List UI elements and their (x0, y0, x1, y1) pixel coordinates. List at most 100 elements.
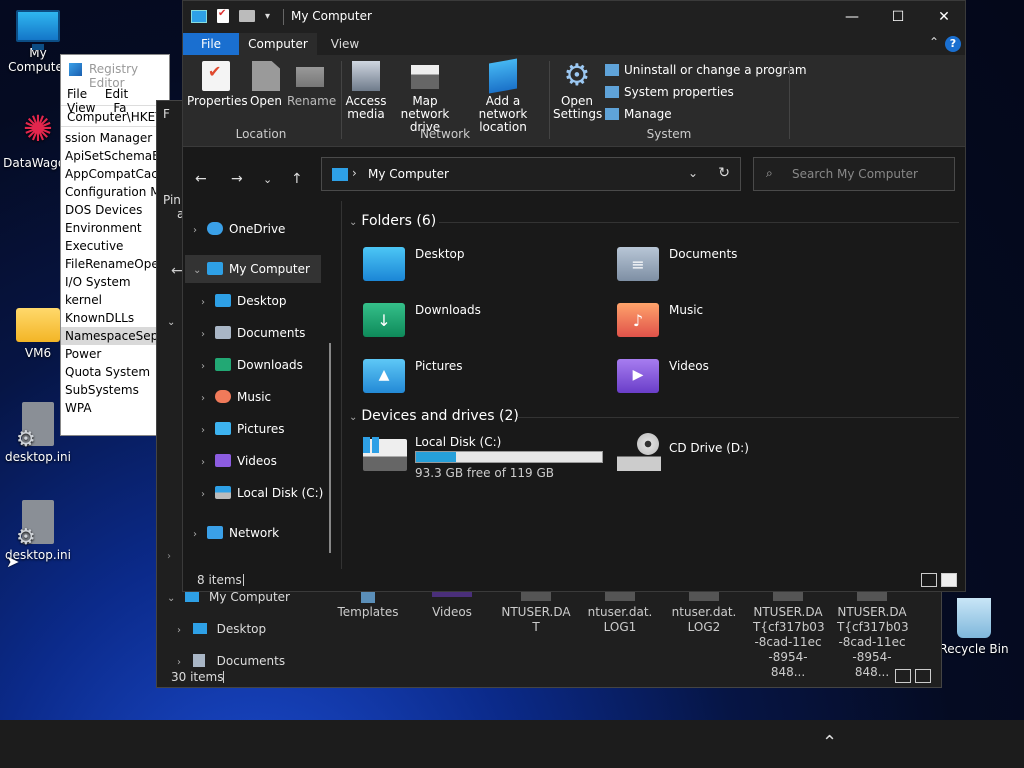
refresh-icon[interactable]: ↻ (718, 165, 730, 181)
access-media-button[interactable]: Access media (343, 61, 389, 121)
regedit-key-item[interactable]: AppCompatCach (61, 165, 169, 183)
rename-button[interactable]: Rename (287, 61, 336, 108)
back-file-item[interactable]: NTUSER.DA T{cf317b03 -8cad-11ec -8954-84… (837, 591, 909, 680)
regedit-key-item[interactable]: Configuration Ma (61, 183, 169, 201)
drive-item-local-disk[interactable]: Local Disk (C:) 93.3 GB free of 119 GB (363, 435, 613, 480)
back-nav-desktop[interactable]: › Desktop (157, 613, 317, 645)
new-folder-icon[interactable] (239, 10, 255, 22)
regedit-titlebar[interactable]: Registry Editor (61, 55, 169, 90)
chevron-down-icon[interactable]: ▾ (265, 11, 270, 22)
chevron-up-icon[interactable]: ⌃ (822, 732, 837, 753)
regedit-key-item[interactable]: SubSystems (61, 381, 169, 399)
group-header-devices[interactable]: ⌄ Devices and drives (2) (349, 408, 519, 424)
manage-button[interactable]: Manage (605, 103, 672, 125)
help-icon[interactable]: ? (945, 36, 961, 52)
back-file-item[interactable]: NTUSER.DA T{cf317b03 -8cad-11ec -8954-84… (753, 591, 825, 680)
close-button[interactable]: ✕ (921, 1, 965, 33)
chevron-down-icon[interactable]: ⌄ (167, 317, 175, 328)
nav-item-network[interactable]: › Network (193, 519, 279, 547)
folder-item-desktop[interactable]: Desktop (363, 245, 603, 285)
nav-item-documents[interactable]: › Documents (201, 319, 305, 347)
properties-icon[interactable] (217, 8, 229, 23)
back-file-item[interactable]: ntuser.dat. LOG1 (585, 591, 655, 635)
regedit-key-item[interactable]: ssion Manager (61, 129, 169, 147)
downloads-folder-icon (363, 303, 405, 337)
drive-item-cd-drive[interactable]: CD Drive (D:) (617, 433, 817, 479)
folder-item-documents[interactable]: Documents (617, 245, 857, 285)
folder-item-pictures[interactable]: Pictures (363, 357, 603, 397)
explorer-window[interactable]: ▾ My Computer — ☐ ✕ File Computer View ⌃… (182, 0, 966, 592)
regedit-key-item[interactable]: ApiSetSchemaExt (61, 147, 169, 165)
titlebar[interactable]: ▾ My Computer — ☐ ✕ (183, 1, 965, 33)
collapse-ribbon-icon[interactable]: ⌃ (929, 35, 939, 49)
ribbon-button-label: Properties (187, 94, 248, 108)
minimize-button[interactable]: — (829, 1, 875, 33)
regedit-key-item[interactable]: kernel (61, 291, 169, 309)
open-button[interactable]: Open (245, 61, 287, 108)
nav-item-downloads[interactable]: › Downloads (201, 351, 303, 379)
address-bar[interactable]: › My Computer ⌄ ↻ (321, 157, 741, 191)
map-network-drive-button[interactable]: Map network drive (389, 61, 461, 134)
regedit-key-item[interactable]: Environment (61, 219, 169, 237)
nav-item-onedrive[interactable]: › OneDrive (193, 215, 285, 243)
details-view-icon[interactable] (921, 573, 937, 587)
search-input[interactable] (792, 165, 947, 183)
nav-item-music[interactable]: › Music (201, 383, 271, 411)
properties-button[interactable]: Properties (187, 61, 248, 108)
breadcrumb-separator-icon[interactable]: › (352, 166, 357, 180)
monitor-icon (185, 591, 200, 602)
back-nav-label: My Computer (209, 590, 290, 604)
tab-view[interactable]: View (317, 33, 373, 55)
nav-item-pictures[interactable]: › Pictures (201, 415, 285, 443)
back-arrow-icon[interactable]: ← (171, 263, 183, 279)
regedit-menu-file[interactable]: File (67, 87, 87, 101)
forward-arrow-icon[interactable]: → (231, 171, 243, 187)
regedit-key-item[interactable]: Power (61, 345, 169, 363)
recent-locations-icon[interactable]: ⌄ (263, 173, 272, 186)
tab-computer[interactable]: Computer (239, 33, 317, 55)
music-icon (215, 390, 231, 403)
regedit-key-item[interactable]: FileRenameOpera (61, 255, 169, 273)
maximize-button[interactable]: ☐ (875, 1, 921, 33)
back-file-item[interactable]: Videos (417, 591, 487, 620)
regedit-key-item[interactable]: WPA (61, 399, 169, 417)
group-header-folders[interactable]: ⌄ Folders (6) (349, 213, 436, 229)
regedit-key-item[interactable]: KnownDLLs (61, 309, 169, 327)
settings-file-icon (16, 402, 54, 452)
back-file-item[interactable]: NTUSER.DA T (501, 591, 571, 635)
nav-item-my-computer[interactable]: ⌄ My Computer (185, 255, 321, 283)
search-box[interactable]: ⌕ (753, 157, 955, 191)
large-icons-view-icon[interactable] (915, 669, 931, 683)
add-network-location-button[interactable]: Add a network location (463, 58, 543, 134)
tab-file[interactable]: File (183, 33, 239, 55)
nav-item-desktop[interactable]: › Desktop (201, 287, 287, 315)
regedit-key-item[interactable]: Quota System (61, 363, 169, 381)
open-settings-button[interactable]: ⚙ Open Settings (553, 61, 602, 121)
breadcrumb-my-computer[interactable]: My Computer (368, 167, 449, 181)
regedit-key-item[interactable]: DOS Devices (61, 201, 169, 219)
regedit-key-item[interactable]: I/O System (61, 273, 169, 291)
system-properties-button[interactable]: System properties (605, 81, 734, 103)
back-file-item[interactable]: ntuser.dat. LOG2 (669, 591, 739, 635)
back-file-item[interactable]: Templates (333, 591, 403, 620)
folder-item-downloads[interactable]: Downloads (363, 301, 603, 341)
details-view-icon[interactable] (895, 669, 911, 683)
up-arrow-icon[interactable]: ↑ (291, 171, 303, 187)
desktop-icon-recycle-bin[interactable]: Recycle Bin (936, 598, 1012, 656)
hard-drive-icon (215, 486, 231, 499)
nav-item-videos[interactable]: › Videos (201, 447, 277, 475)
large-icons-view-icon[interactable] (941, 573, 957, 587)
registry-editor-window[interactable]: Registry Editor File Edit View Fa Comput… (60, 54, 170, 436)
chevron-right-icon[interactable]: › (167, 551, 171, 562)
folder-item-videos[interactable]: Videos (617, 357, 857, 397)
nav-scrollbar[interactable] (329, 343, 331, 553)
nav-item-local-disk[interactable]: › Local Disk (C:) (201, 479, 323, 507)
pane-divider[interactable] (341, 201, 342, 569)
navigation-bar: ← → ⌄ ↑ › My Computer ⌄ ↻ ⌕ (183, 147, 965, 207)
chevron-down-icon[interactable]: ⌄ (688, 166, 698, 180)
folder-item-music[interactable]: Music (617, 301, 857, 341)
back-arrow-icon[interactable]: ← (195, 171, 207, 187)
regedit-key-item[interactable]: Executive (61, 237, 169, 255)
uninstall-program-button[interactable]: Uninstall or change a program (605, 59, 807, 81)
regedit-key-item[interactable]: NamespaceSepar (61, 327, 169, 345)
